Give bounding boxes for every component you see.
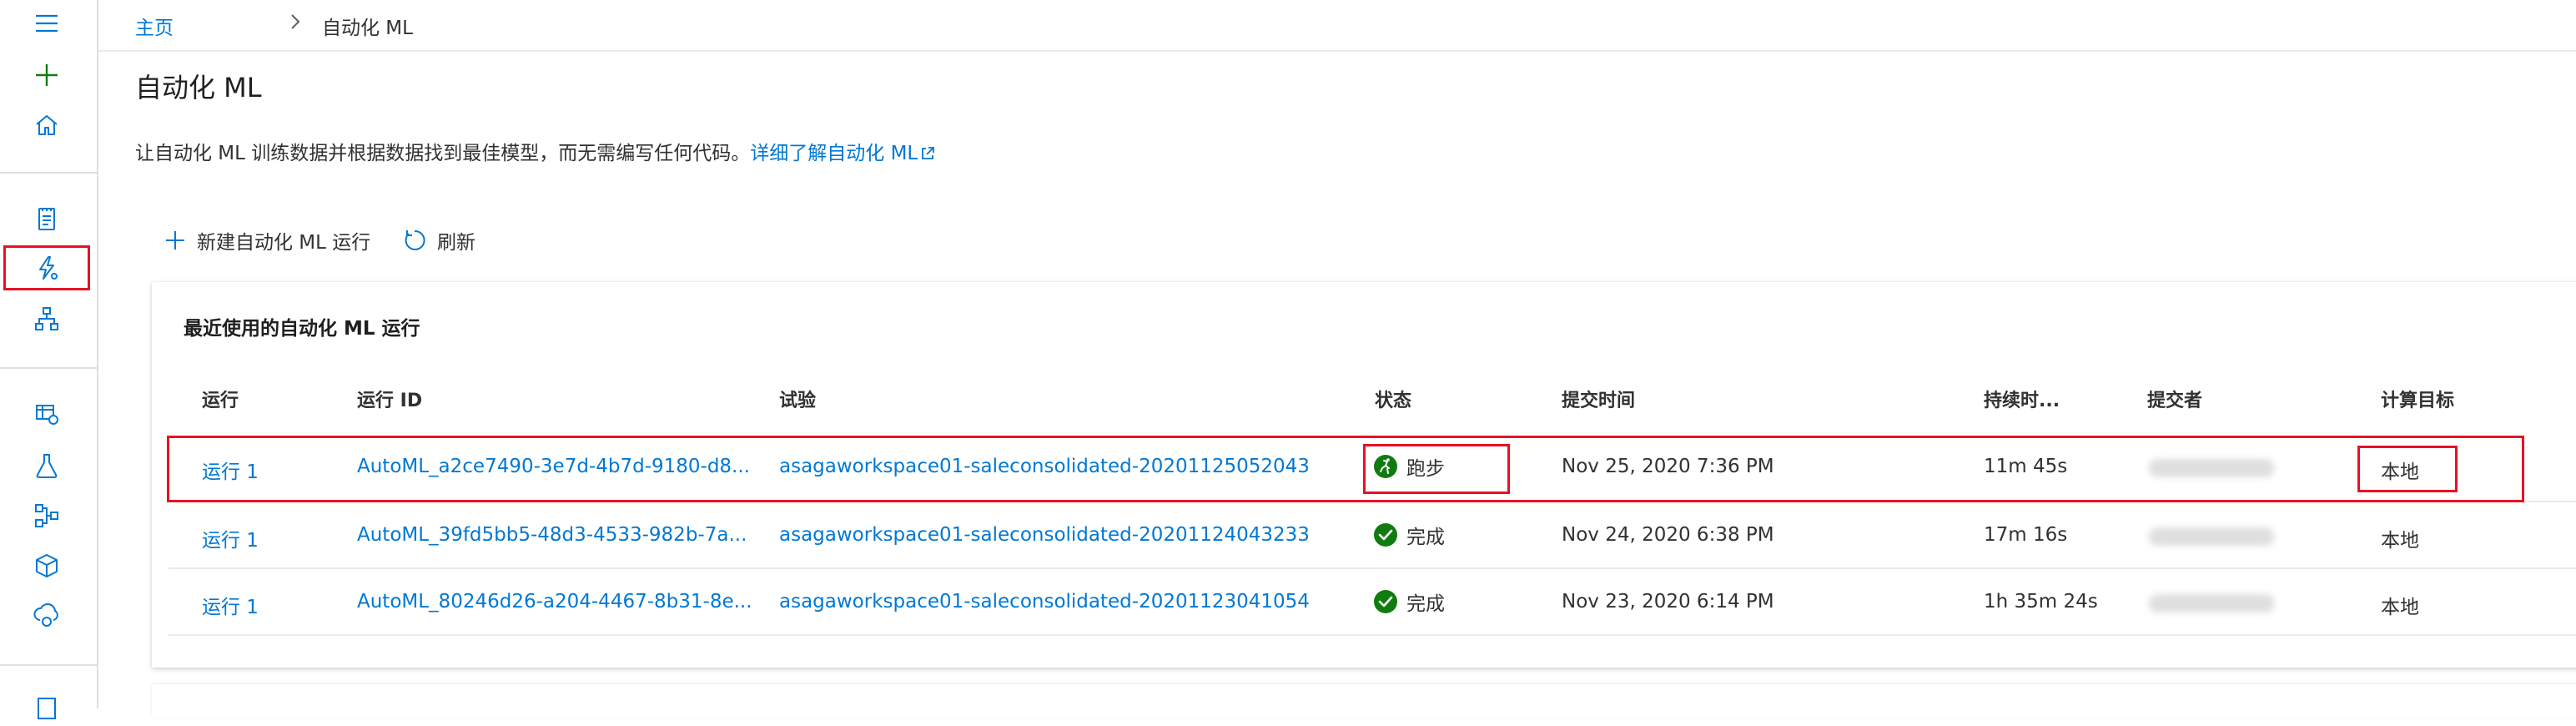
run-link[interactable]: 运行 1 — [202, 591, 259, 619]
sidebar-divider — [0, 664, 97, 666]
description-text: 让自动化 ML 训练数据并根据数据找到最佳模型，而无需编写任何代码。 — [135, 143, 751, 164]
menu-icon[interactable] — [28, 5, 65, 42]
column-header-submitter[interactable]: 提交者 — [2147, 386, 2202, 412]
row-divider — [169, 567, 2576, 569]
sidebar-divider — [0, 172, 97, 174]
duration: 17m 16s — [1984, 524, 2068, 546]
compute-highlight-box — [2357, 446, 2458, 492]
refresh-label: 刷新 — [437, 232, 475, 254]
experiment-link[interactable]: asagaworkspace01-saleconsolidated-202011… — [779, 524, 1310, 546]
learn-more-label: 详细了解自动化 ML — [750, 143, 918, 164]
column-header-run[interactable]: 运行 — [202, 386, 239, 412]
more-icon[interactable] — [28, 689, 65, 726]
breadcrumb-home-link[interactable]: 主页 — [135, 12, 174, 40]
plus-icon[interactable] — [28, 57, 65, 93]
checkmark-circle-icon — [1374, 590, 1397, 613]
learn-more-link[interactable]: 详细了解自动化 ML — [750, 143, 936, 164]
submitted-time: Nov 24, 2020 6:38 PM — [1562, 524, 1774, 546]
status-badge: 完成 — [1373, 587, 1445, 616]
recent-runs-title: 最近使用的自动化 ML 运行 — [184, 318, 420, 340]
checkmark-circle-icon — [1374, 523, 1397, 547]
notebook-icon[interactable] — [28, 200, 65, 237]
home-icon[interactable] — [28, 107, 65, 144]
column-header-duration[interactable]: 持续时... — [1984, 386, 2060, 412]
column-header-compute[interactable]: 计算目标 — [2381, 386, 2454, 412]
row-highlight-box — [167, 436, 2524, 502]
status-badge: 完成 — [1373, 521, 1445, 549]
sidebar-divider — [0, 367, 97, 369]
submitter-redacted — [2149, 594, 2274, 613]
page-title: 自动化 ML — [135, 72, 262, 103]
column-header-run-id[interactable]: 运行 ID — [357, 386, 422, 412]
automl-highlight-box — [3, 245, 90, 290]
duration: 1h 35m 24s — [1984, 591, 2098, 613]
run-id-link[interactable]: AutoML_80246d26-a204-4467-8b31-8e... — [357, 591, 752, 613]
column-header-submitted[interactable]: 提交时间 — [1562, 386, 1635, 412]
endpoints-icon[interactable] — [28, 597, 65, 634]
breadcrumb: 主页 自动化 ML — [98, 0, 2576, 52]
submitter-redacted — [2149, 527, 2274, 546]
datasets-icon[interactable] — [28, 396, 65, 432]
recent-runs-card: 最近使用的自动化 ML 运行 运行 运行 ID 试验 状态 提交时间 持续时..… — [152, 282, 2576, 668]
experiments-icon[interactable] — [28, 447, 65, 484]
compute-target: 本地 — [2381, 597, 2419, 618]
designer-icon[interactable] — [28, 300, 65, 337]
row-divider — [169, 634, 2576, 636]
breadcrumb-current: 自动化 ML — [322, 18, 413, 39]
run-id-link[interactable]: AutoML_39fd5bb5-48d3-4533-982b-7a... — [357, 524, 747, 546]
compute-target: 本地 — [2381, 530, 2419, 552]
status-highlight-box — [1363, 444, 1510, 494]
refresh-button[interactable]: 刷新 — [402, 224, 475, 257]
column-header-experiment[interactable]: 试验 — [779, 386, 816, 412]
external-link-icon — [922, 147, 935, 159]
column-header-status[interactable]: 状态 — [1375, 386, 1411, 412]
plus-icon — [166, 231, 184, 250]
page-description: 让自动化 ML 训练数据并根据数据找到最佳模型，而无需编写任何代码。详细了解自动… — [135, 137, 936, 165]
chevron-right-icon — [291, 14, 300, 29]
secondary-card — [152, 684, 2576, 718]
pipelines-icon[interactable] — [28, 497, 65, 534]
submitted-time: Nov 23, 2020 6:14 PM — [1562, 591, 1774, 613]
new-automl-run-label: 新建自动化 ML 运行 — [197, 232, 371, 254]
experiment-link[interactable]: asagaworkspace01-saleconsolidated-202011… — [779, 591, 1310, 613]
left-nav — [0, 0, 98, 719]
status-text: 完成 — [1406, 527, 1445, 548]
new-automl-run-button[interactable]: 新建自动化 ML 运行 — [164, 224, 370, 257]
run-link[interactable]: 运行 1 — [202, 524, 259, 552]
refresh-icon — [405, 229, 425, 250]
models-icon[interactable] — [28, 547, 65, 584]
status-text: 完成 — [1406, 593, 1445, 615]
